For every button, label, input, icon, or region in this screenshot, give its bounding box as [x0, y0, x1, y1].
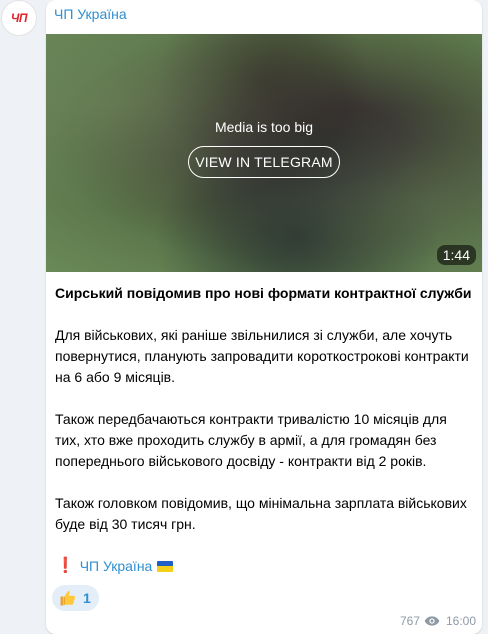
signature-channel-link[interactable]: ЧП Україна — [80, 556, 153, 576]
reaction-count: 1 — [83, 590, 91, 606]
post-paragraph: Для військових, які раніше звільнилися з… — [55, 327, 469, 385]
eye-icon — [424, 616, 440, 626]
avatar-logo-text: ЧП — [10, 11, 28, 25]
channel-name-link[interactable]: ЧП Україна — [54, 6, 127, 22]
message-time: 16:00 — [445, 614, 476, 628]
post-body: Сирський повідомив про нові формати конт… — [55, 283, 473, 556]
video-duration-badge: 1:44 — [436, 245, 476, 265]
view-in-telegram-button[interactable]: VIEW IN TELEGRAM — [188, 146, 340, 178]
channel-avatar[interactable]: ЧП — [1, 0, 37, 36]
views-count: 767 — [399, 614, 420, 628]
post-paragraph: Також головком повідомив, що мінімальна … — [55, 495, 467, 532]
post-paragraph: Також передбачаються контракти триваліст… — [55, 411, 447, 469]
scrollbar-track[interactable] — [484, 0, 488, 634]
thumbs-up-icon — [60, 590, 76, 606]
media-too-big-notice: Media is too big — [214, 119, 314, 135]
post-title: Сирський повідомив про нові формати конт… — [55, 285, 472, 301]
video-preview[interactable]: Media is too big VIEW IN TELEGRAM 1:44 — [46, 34, 482, 272]
reaction-thumbs-up[interactable]: 1 — [52, 585, 99, 611]
post-signature: ❗ ЧП Україна — [56, 556, 174, 576]
ukraine-flag-icon — [157, 560, 174, 572]
exclamation-icon: ❗ — [56, 557, 75, 574]
message-meta: 767 16:00 — [400, 614, 476, 628]
